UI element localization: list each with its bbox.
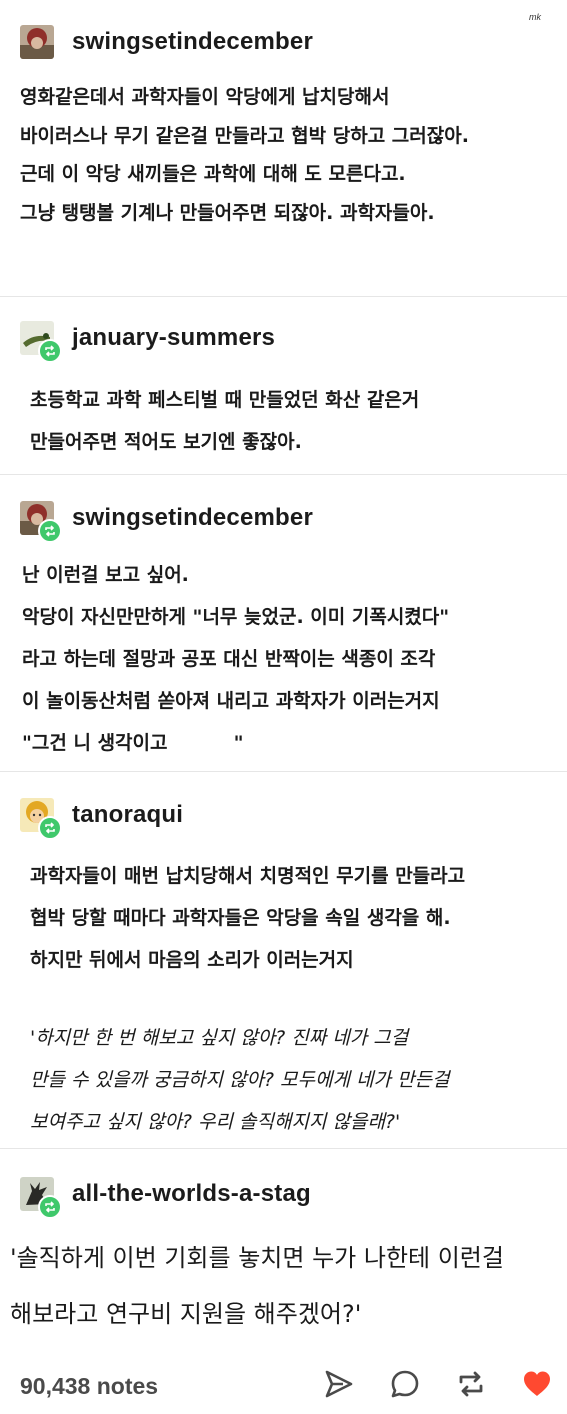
post-body: 영화같은데서 과학자들이 악당에게 납치당해서 바이러스나 무기 같은걸 만들라…: [20, 78, 547, 232]
quote-line: '하지만 한 번 해보고 싶지 않아? 진짜 네가 그걸: [30, 1027, 409, 1049]
reblog-icon[interactable]: [455, 1368, 487, 1400]
reblog-badge-icon: [38, 339, 62, 363]
post-body: 초등학교 과학 페스티벌 때 만들었던 화산 같은거 만들어주면 적어도 보기엔…: [30, 379, 547, 463]
heart-icon[interactable]: [521, 1368, 553, 1400]
action-bar: [323, 1368, 553, 1400]
post-quote: '하지만 한 번 해보고 싶지 않아? 진짜 네가 그걸 만들 수 있을까 궁금…: [30, 1017, 547, 1143]
post-header: swingsetindecember: [20, 498, 313, 543]
body-line: 라고 하는데 절망과 공포 대신 반짝이는 색종이 조각: [22, 648, 436, 670]
username[interactable]: swingsetindecember: [72, 504, 313, 532]
notes-count[interactable]: 90,438 notes: [20, 1373, 158, 1400]
username[interactable]: swingsetindecember: [72, 28, 313, 56]
post-header: all-the-worlds-a-stag: [20, 1174, 311, 1219]
post-header: swingsetindecember: [20, 22, 313, 62]
body-line: '솔직하게 이번 기회를 놓치면 누가 나한테 이런걸: [10, 1244, 504, 1272]
post-reblog: swingsetindecember 난 이런걸 보고 싶어. 악당이 자신만만…: [0, 474, 567, 772]
avatar[interactable]: [20, 25, 54, 59]
username[interactable]: all-the-worlds-a-stag: [72, 1180, 311, 1208]
reply-icon[interactable]: [389, 1368, 421, 1400]
reblog-badge-icon: [38, 1195, 62, 1219]
body-line: 영화같은데서 과학자들이 악당에게 납치당해서: [20, 86, 390, 108]
quote-line: 만들 수 있을까 궁금하지 않아? 모두에게 네가 만든걸: [30, 1069, 450, 1091]
post-original: swingsetindecember 영화같은데서 과학자들이 악당에게 납치당…: [0, 0, 567, 297]
reblog-badge-icon: [38, 519, 62, 543]
body-line: 악당이 자신만만하게 "너무 늦었군. 이미 기폭시켰다": [22, 606, 450, 628]
avatar[interactable]: [20, 1177, 62, 1219]
post-reblog: january-summers 초등학교 과학 페스티벌 때 만들었던 화산 같…: [0, 296, 567, 475]
post-body: 난 이런걸 보고 싶어. 악당이 자신만만하게 "너무 늦었군. 이미 기폭시켰…: [22, 554, 547, 764]
body-line: 협박 당할 때마다 과학자들은 악당을 속일 생각을 해.: [30, 907, 451, 929]
body-line: 바이러스나 무기 같은걸 만들라고 협박 당하고 그러잖아.: [20, 124, 469, 147]
body-line: "그건 니 생각이고 ": [22, 732, 244, 754]
post-body: '솔직하게 이번 기회를 놓치면 누가 나한테 이런걸 해보라고 연구비 지원을…: [10, 1230, 547, 1342]
post-header: tanoraqui: [20, 795, 183, 840]
body-line: 근데 이 악당 새끼들은 과학에 대해 도 모른다고.: [20, 163, 406, 185]
username[interactable]: january-summers: [72, 324, 275, 352]
post-body: 과학자들이 매번 납치당해서 치명적인 무기를 만들라고 협박 당할 때마다 과…: [30, 855, 547, 981]
body-line: 초등학교 과학 페스티벌 때 만들었던 화산 같은거: [30, 389, 420, 411]
send-icon[interactable]: [323, 1368, 355, 1400]
post-footer: 90,438 notes: [0, 1358, 567, 1414]
body-line: 그냥 탱탱볼 기계나 만들어주면 되잖아. 과학자들아.: [20, 201, 435, 224]
avatar[interactable]: [20, 321, 62, 363]
post-header: january-summers: [20, 318, 275, 363]
body-line: 이 놀이동산처럼 쏟아져 내리고 과학자가 이러는거지: [22, 690, 440, 712]
avatar[interactable]: [20, 501, 62, 543]
quote-line: 보여주고 싶지 않아? 우리 솔직해지지 않을래?': [30, 1111, 401, 1133]
avatar-image: [20, 25, 54, 59]
body-line: 해보라고 연구비 지원을 해주겠어?': [10, 1300, 362, 1328]
body-line: 난 이런걸 보고 싶어.: [22, 564, 189, 586]
reblog-badge-icon: [38, 816, 62, 840]
username[interactable]: tanoraqui: [72, 801, 183, 829]
post-reblog: tanoraqui 과학자들이 매번 납치당해서 치명적인 무기를 만들라고 협…: [0, 771, 567, 1149]
body-line: 과학자들이 매번 납치당해서 치명적인 무기를 만들라고: [30, 865, 466, 887]
post-reblog: all-the-worlds-a-stag '솔직하게 이번 기회를 놓치면 누…: [0, 1148, 567, 1358]
body-line: 만들어주면 적어도 보기엔 좋잖아.: [30, 431, 302, 453]
body-line: 하지만 뒤에서 마음의 소리가 이러는거지: [30, 949, 354, 971]
avatar[interactable]: [20, 798, 62, 840]
